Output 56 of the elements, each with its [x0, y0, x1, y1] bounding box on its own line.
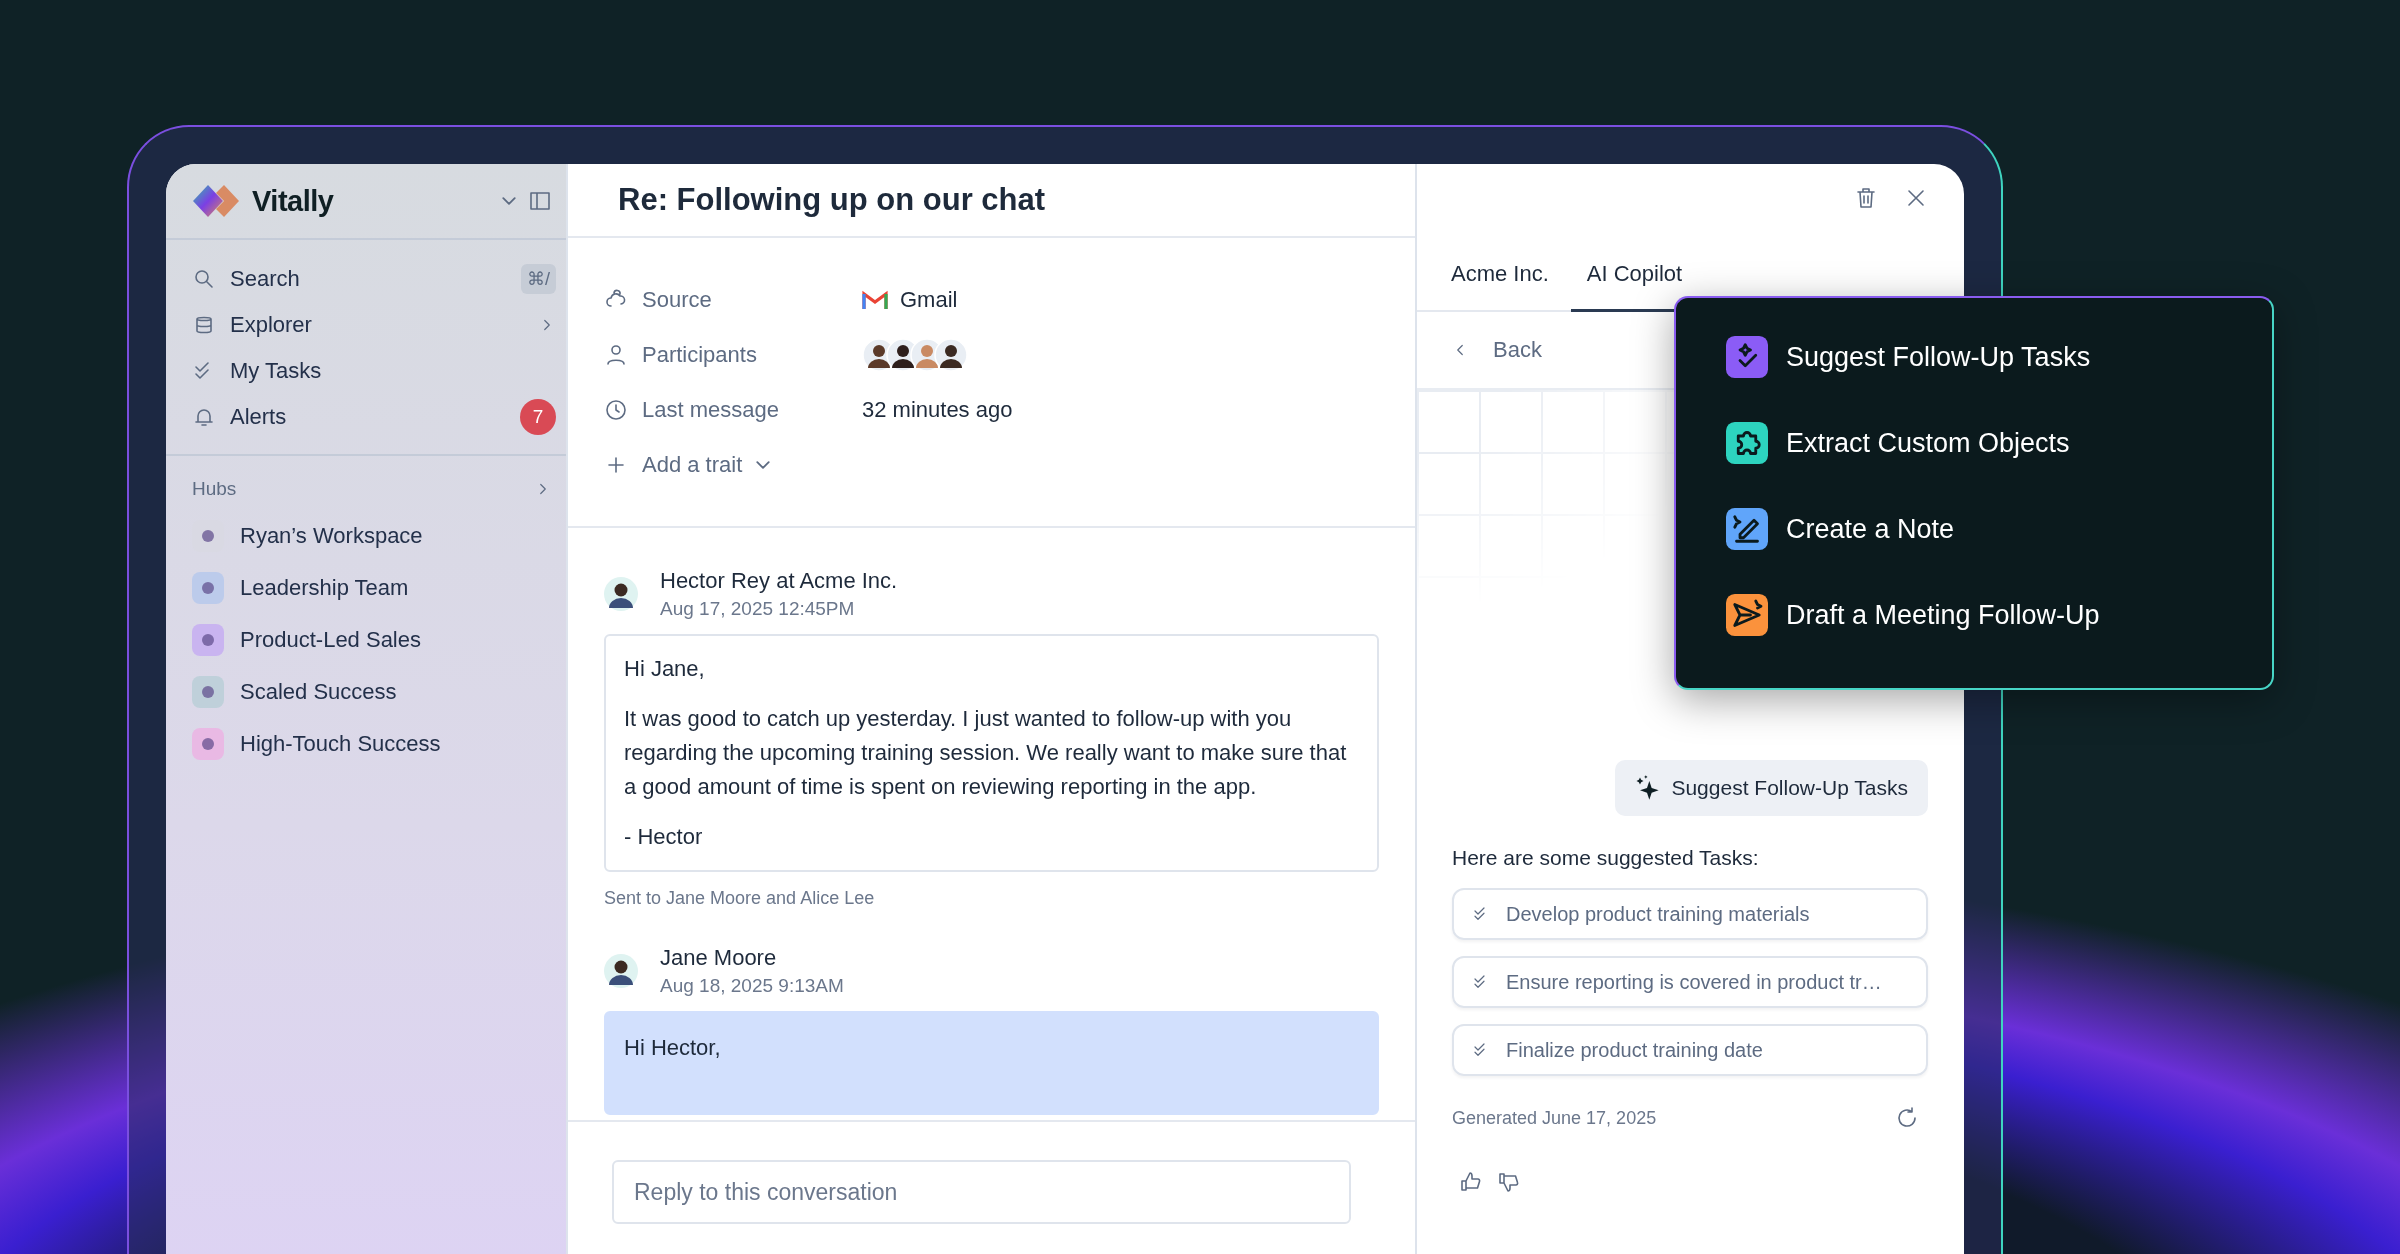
suggestion-intro: Here are some suggested Tasks: — [1452, 846, 1760, 870]
hub-item[interactable]: Product-Led Sales — [166, 614, 566, 666]
message-paragraph: It was good to catch up yesterday. I just wanted to follow-up with you regarding the upcoming training session. We really want to make sure that a good amount of time is spent on reviewing reporting in the app. — [624, 705, 1348, 802]
section-label: Hubs — [192, 478, 237, 500]
avatar-icon — [604, 954, 638, 989]
thumbs-down-icon[interactable] — [1497, 1170, 1521, 1194]
logo-icon — [192, 184, 240, 218]
brand-name: Vitally — [252, 184, 334, 218]
reply-field[interactable]: Reply to this conversation — [612, 1160, 1351, 1224]
sender-name: Hector Rey at Acme Inc. — [660, 568, 898, 594]
trait-label: Participants — [642, 341, 758, 368]
conversation-title: Re: Following up on our chat — [618, 182, 1046, 218]
trash-icon[interactable] — [1854, 186, 1878, 210]
copilot-menu-item[interactable]: Suggest Follow-Up Tasks — [1726, 336, 2272, 378]
chevron-down-icon — [756, 460, 771, 469]
copilot-menu-item[interactable]: Extract Custom Objects — [1726, 422, 2272, 464]
mail-icon — [862, 289, 888, 310]
back-button[interactable]: Back — [1451, 337, 1542, 363]
hub-item[interactable]: High-Touch Success — [166, 718, 566, 770]
person-icon — [604, 342, 628, 367]
message-time: Aug 17, 2025 12:45PM — [660, 598, 856, 620]
suggest-tasks-button[interactable]: Suggest Follow-Up Tasks — [1615, 760, 1928, 816]
suggested-task[interactable]: Finalize product training date — [1452, 1024, 1928, 1076]
sender-name: Jane Moore — [660, 945, 778, 972]
alert-count-badge: 7 — [520, 399, 556, 435]
nav-item[interactable]: Alerts 7 — [166, 394, 566, 440]
suggested-task[interactable]: Develop product training materials — [1452, 888, 1928, 940]
refresh-icon[interactable] — [1895, 1106, 1919, 1130]
recipients-note: Sent to Jane Moore and Alice Lee — [604, 888, 876, 910]
chevron-down-icon[interactable] — [502, 197, 516, 205]
search-icon — [192, 267, 216, 291]
panel-tab[interactable]: Acme Inc. — [1435, 261, 1571, 312]
avatar-icon — [604, 577, 638, 611]
hub-item[interactable]: Ryan’s Workspace — [166, 510, 566, 562]
thumbs-up-icon[interactable] — [1459, 1170, 1483, 1194]
clock-icon — [604, 397, 628, 422]
sidebar-toggle-icon[interactable] — [528, 189, 552, 213]
message-paragraph: - Hector — [624, 823, 704, 852]
trait-value: Gmail — [900, 286, 958, 313]
message-time: Aug 18, 2025 9:13AM — [660, 975, 844, 998]
hub-item[interactable]: Scaled Success — [166, 666, 566, 718]
generated-date: Generated June 17, 2025 — [1452, 1107, 1657, 1129]
suggested-task[interactable]: Ensure reporting is covered in product tr… — [1452, 956, 1928, 1008]
nav-item[interactable]: Search ⌘/ — [166, 256, 566, 302]
trait-value: 32 minutes ago — [862, 396, 1013, 423]
nav-item[interactable]: Explorer — [166, 302, 566, 348]
message-paragraph: Hi Hector, — [624, 1034, 722, 1063]
message-paragraph: Hi Jane, — [624, 655, 706, 683]
nav-item[interactable]: My Tasks — [166, 348, 566, 394]
shortcut-hint: ⌘/ — [521, 264, 556, 294]
hub-item[interactable]: Leadership Team — [166, 562, 566, 614]
add-trait-button[interactable]: Add a trait — [604, 437, 771, 492]
trait-label: Source — [642, 286, 713, 313]
copilot-menu-item[interactable]: Draft a Meeting Follow-Up — [1726, 594, 2272, 636]
copilot-menu-item[interactable]: Create a Note — [1726, 508, 2272, 550]
trait-label: Last message — [642, 396, 780, 423]
